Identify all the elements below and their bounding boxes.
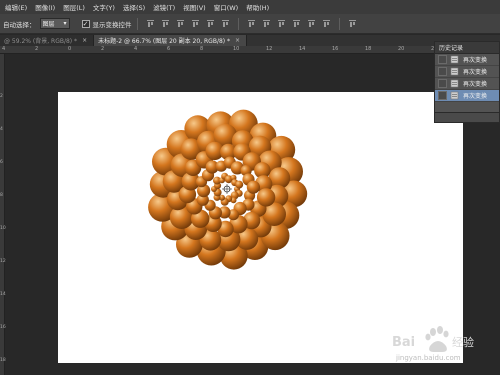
close-icon[interactable]: × — [82, 37, 87, 44]
ruler-tick-label: 14 — [0, 292, 6, 297]
watermark-brand: Bai — [392, 335, 415, 350]
auto-select-label: 自动选择： — [3, 20, 36, 29]
align-vcenter-icon[interactable] — [161, 19, 170, 28]
ruler-tick-label: 0 — [68, 46, 72, 52]
dist-left-icon[interactable] — [292, 19, 301, 28]
auto-select-value: 图层 — [42, 21, 55, 28]
sphere — [256, 188, 276, 207]
history-brush-slot[interactable] — [438, 55, 447, 64]
divider — [338, 17, 340, 30]
align-top-icon[interactable] — [146, 19, 155, 28]
ruler-tick-label: 10 — [233, 46, 240, 52]
dist-top-icon[interactable] — [247, 19, 256, 28]
history-panel-title[interactable]: 历史记录 — [435, 42, 499, 54]
watermark-brand-suffix: 经验 — [452, 335, 474, 349]
baidu-jingyan-watermark: Bai 经验 jingyan.baidu.com — [388, 322, 478, 372]
divider — [136, 17, 138, 30]
history-item-label: 再次变换 — [463, 57, 488, 64]
vertical-ruler: 2 4 6 8 10 12 14 16 18 — [0, 54, 6, 375]
menu-item[interactable]: 编辑(E) — [2, 2, 32, 12]
menu-item[interactable]: 滤镜(T) — [150, 2, 180, 12]
history-brush-slot[interactable] — [438, 91, 447, 100]
ruler-tick-label: 4 — [0, 127, 3, 132]
dist-hcenter-icon[interactable] — [307, 19, 316, 28]
dist-right-icon[interactable] — [322, 19, 331, 28]
align-buttons — [143, 17, 360, 30]
ruler-tick-label: 14 — [299, 46, 306, 52]
align-right-icon[interactable] — [221, 19, 230, 28]
auto-align-icon[interactable] — [348, 19, 357, 28]
history-state-icon — [450, 91, 459, 100]
show-transform-checkbox[interactable]: ✓ — [81, 19, 90, 28]
document-tab[interactable]: 未标题-2 @ 66.7% (图层 20 副本 20, RGB/8) * × — [94, 35, 248, 46]
ruler-tick-label: 2 — [35, 46, 39, 52]
ruler-tick-label: 16 — [332, 46, 339, 52]
ruler-tick-label: 18 — [0, 358, 6, 363]
menu-item[interactable]: 视图(V) — [180, 2, 211, 12]
transform-center-icon[interactable] — [222, 184, 232, 194]
sphere — [246, 180, 260, 194]
align-left-icon[interactable] — [191, 19, 200, 28]
history-panel: 历史记录 再次变换 再次变换 再次变换 再次变换 — [434, 41, 500, 123]
align-hcenter-icon[interactable] — [206, 19, 215, 28]
ruler-tick-label: 10 — [0, 226, 6, 231]
menu-item[interactable]: 帮助(H) — [243, 2, 274, 12]
ruler-tick-label: 16 — [0, 325, 6, 330]
history-item-label: 再次变换 — [463, 69, 488, 76]
divider — [237, 17, 239, 30]
horizontal-ruler: 4202468101214161820222426 — [0, 46, 500, 54]
auto-select-dropdown[interactable]: 图层 ▾ — [39, 18, 70, 29]
history-brush-slot[interactable] — [438, 79, 447, 88]
menu-item[interactable]: 图层(L) — [60, 2, 90, 12]
document-tab-label: 未标题-2 @ 66.7% (图层 20 副本 20, RGB/8) * — [98, 38, 231, 45]
ruler-tick-label: 4 — [2, 46, 6, 52]
ruler-tick-label: 12 — [266, 46, 273, 52]
document-tabs: @ 59.2% (背景, RGB/8) * × 未标题-2 @ 66.7% (图层 … — [0, 35, 500, 46]
ruler-tick-label: 8 — [0, 193, 3, 198]
history-item-label: 再次变换 — [463, 81, 488, 88]
ruler-tick-label: 2 — [0, 94, 3, 99]
history-item[interactable]: 再次变换 — [435, 78, 499, 90]
dist-vcenter-icon[interactable] — [262, 19, 271, 28]
history-state-icon — [450, 55, 459, 64]
ruler-tick-label: 2 — [101, 46, 105, 52]
menu-item[interactable]: 窗口(W) — [211, 2, 244, 12]
history-state-icon — [450, 79, 459, 88]
menu-item[interactable]: 选择(S) — [120, 2, 150, 12]
ruler-tick-label: 12 — [0, 259, 6, 264]
history-item[interactable]: 再次变换 — [435, 54, 499, 66]
history-item[interactable]: 再次变换 — [435, 90, 499, 102]
watermark-url: jingyan.baidu.com — [395, 354, 461, 362]
show-transform-label: 显示变换控件 — [92, 20, 132, 29]
ruler-tick-label: 4 — [134, 46, 138, 52]
history-item-label: 再次变换 — [463, 93, 488, 100]
baidu-paw-logo: Bai 经验 jingyan.baidu.com — [392, 326, 474, 362]
history-brush-slot[interactable] — [438, 67, 447, 76]
ruler-tick-label: 18 — [365, 46, 372, 52]
history-panel-footer — [435, 112, 499, 122]
menu-item[interactable]: 文字(Y) — [90, 2, 120, 12]
close-icon[interactable]: × — [235, 37, 240, 44]
ruler-tick-label: 20 — [398, 46, 405, 52]
options-bar: 自动选择： 图层 ▾ ✓ 显示变换控件 — [0, 14, 500, 34]
document-tab[interactable]: @ 59.2% (背景, RGB/8) * × — [0, 35, 95, 46]
document-tab-label: @ 59.2% (背景, RGB/8) * — [4, 38, 78, 45]
chevron-down-icon: ▾ — [63, 20, 67, 27]
menu-item[interactable]: 图像(I) — [32, 2, 60, 12]
ruler-tick-label: 6 — [167, 46, 171, 52]
ruler-tick-label: 8 — [200, 46, 204, 52]
history-item[interactable]: 再次变换 — [435, 66, 499, 78]
dist-bottom-icon[interactable] — [277, 19, 286, 28]
sphere — [235, 180, 244, 189]
history-state-icon — [450, 67, 459, 76]
menu-bar: 编辑(E) 图像(I) 图层(L) 文字(Y) 选择(S) 滤镜(T) 视图(V) 窗口(W)… — [0, 0, 500, 14]
ruler-tick-label: 6 — [0, 160, 3, 165]
align-bottom-icon[interactable] — [176, 19, 185, 28]
